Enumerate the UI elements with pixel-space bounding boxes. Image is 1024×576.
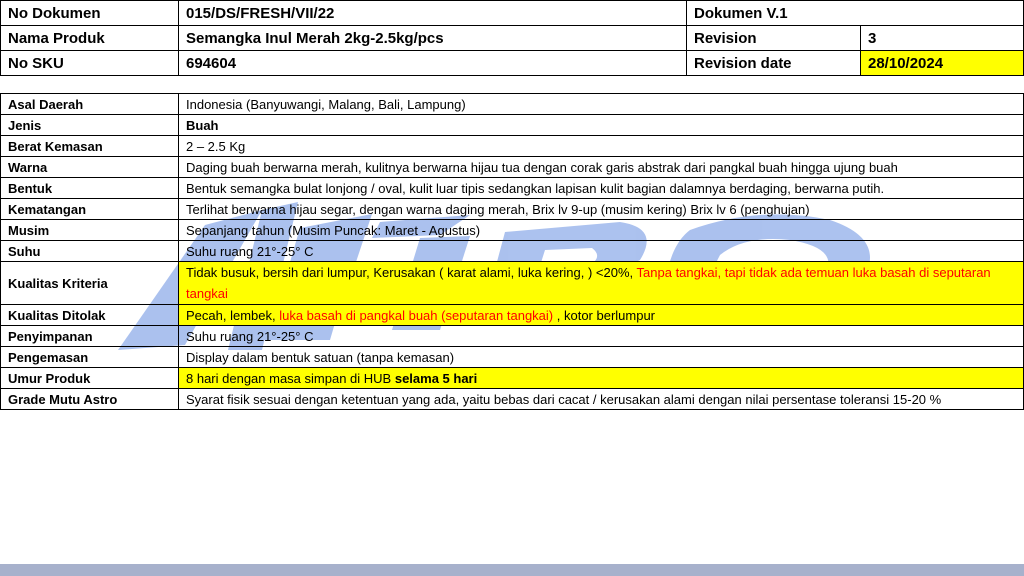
spec-row-pengemasan: Pengemasan Display dalam bentuk satuan (… [0,346,1024,368]
penyimpanan-value: Suhu ruang 21°-25° C [178,325,1024,347]
kualitas-kriteria-value: Tidak busuk, bersih dari lumpur, Kerusak… [178,261,1024,305]
asal-daerah-label: Asal Daerah [0,93,179,115]
kualitas-ditolak-text-2: , kotor berlumpur [553,307,656,323]
footer-bar [0,564,1024,576]
warna-value: Daging buah berwarna merah, kulitnya ber… [178,156,1024,178]
no-dokumen-value: 015/DS/FRESH/VII/22 [178,0,687,26]
asal-daerah-value: Indonesia (Banyuwangi, Malang, Bali, Lam… [178,93,1024,115]
musim-value: Sepanjang tahun (Musim Puncak: Maret - A… [178,219,1024,241]
berat-kemasan-value: 2 – 2.5 Kg [178,135,1024,157]
spec-row-kematangan: Kematangan Terlihat berwarna hijau segar… [0,198,1024,220]
musim-label: Musim [0,219,179,241]
revision-date-value: 28/10/2024 [860,50,1024,76]
kualitas-ditolak-value: Pecah, lembek, luka basah di pangkal bua… [178,304,1024,326]
header-row-nama-produk: Nama Produk Semangka Inul Merah 2kg-2.5k… [0,25,1024,51]
kualitas-ditolak-label: Kualitas Ditolak [0,304,179,326]
berat-kemasan-label: Berat Kemasan [0,135,179,157]
no-dokumen-label: No Dokumen [0,0,179,26]
umur-produk-label: Umur Produk [0,367,179,389]
nama-produk-value: Semangka Inul Merah 2kg-2.5kg/pcs [178,25,687,51]
header-row-no-sku: No SKU 694604 Revision date 28/10/2024 [0,50,1024,76]
header-row-no-dokumen: No Dokumen 015/DS/FRESH/VII/22 Dokumen V… [0,0,1024,26]
warna-label: Warna [0,156,179,178]
grade-mutu-value: Syarat fisik sesuai dengan ketentuan yan… [178,388,1024,410]
spec-row-penyimpanan: Penyimpanan Suhu ruang 21°-25° C [0,325,1024,347]
umur-produk-value: 8 hari dengan masa simpan di HUB selama … [178,367,1024,389]
jenis-value: Buah [178,114,1024,136]
dokumen-version: Dokumen V.1 [686,0,1024,26]
jenis-label: Jenis [0,114,179,136]
kualitas-ditolak-text-1: Pecah, lembek, [186,307,280,323]
kualitas-kriteria-text: Tidak busuk, bersih dari lumpur, Kerusak… [186,265,637,280]
suhu-value: Suhu ruang 21°-25° C [178,240,1024,262]
spec-row-grade-mutu: Grade Mutu Astro Syarat fisik sesuai den… [0,388,1024,410]
umur-produk-text: 8 hari dengan masa simpan di HUB [186,370,395,386]
grade-mutu-label: Grade Mutu Astro [0,388,179,410]
revision-label: Revision [686,25,861,51]
spec-row-umur-produk: Umur Produk 8 hari dengan masa simpan di… [0,367,1024,389]
spec-row-jenis: Jenis Buah [0,114,1024,136]
kualitas-ditolak-red-text: luka basah di pangkal buah (seputaran ta… [279,307,554,323]
kematangan-value: Terlihat berwarna hijau segar, dengan wa… [178,198,1024,220]
product-spec-table: Asal Daerah Indonesia (Banyuwangi, Malan… [0,93,1024,410]
kualitas-kriteria-label: Kualitas Kriteria [0,261,179,305]
spec-row-warna: Warna Daging buah berwarna merah, kulitn… [0,156,1024,178]
bentuk-label: Bentuk [0,177,179,199]
spec-row-bentuk: Bentuk Bentuk semangka bulat lonjong / o… [0,177,1024,199]
pengemasan-value: Display dalam bentuk satuan (tanpa kemas… [178,346,1024,368]
spec-row-musim: Musim Sepanjang tahun (Musim Puncak: Mar… [0,219,1024,241]
no-sku-label: No SKU [0,50,179,76]
umur-produk-bold-text: selama 5 hari [394,370,478,386]
revision-value: 3 [860,25,1024,51]
spec-row-asal-daerah: Asal Daerah Indonesia (Banyuwangi, Malan… [0,93,1024,115]
pengemasan-label: Pengemasan [0,346,179,368]
spec-row-suhu: Suhu Suhu ruang 21°-25° C [0,240,1024,262]
suhu-label: Suhu [0,240,179,262]
spec-row-kualitas-ditolak: Kualitas Ditolak Pecah, lembek, luka bas… [0,304,1024,326]
spec-row-kualitas-kriteria: Kualitas Kriteria Tidak busuk, bersih da… [0,261,1024,305]
nama-produk-label: Nama Produk [0,25,179,51]
spec-row-berat-kemasan: Berat Kemasan 2 – 2.5 Kg [0,135,1024,157]
document-header-table: No Dokumen 015/DS/FRESH/VII/22 Dokumen V… [0,0,1024,76]
revision-date-label: Revision date [686,50,861,76]
penyimpanan-label: Penyimpanan [0,325,179,347]
bentuk-value: Bentuk semangka bulat lonjong / oval, ku… [178,177,1024,199]
kematangan-label: Kematangan [0,198,179,220]
no-sku-value: 694604 [178,50,687,76]
